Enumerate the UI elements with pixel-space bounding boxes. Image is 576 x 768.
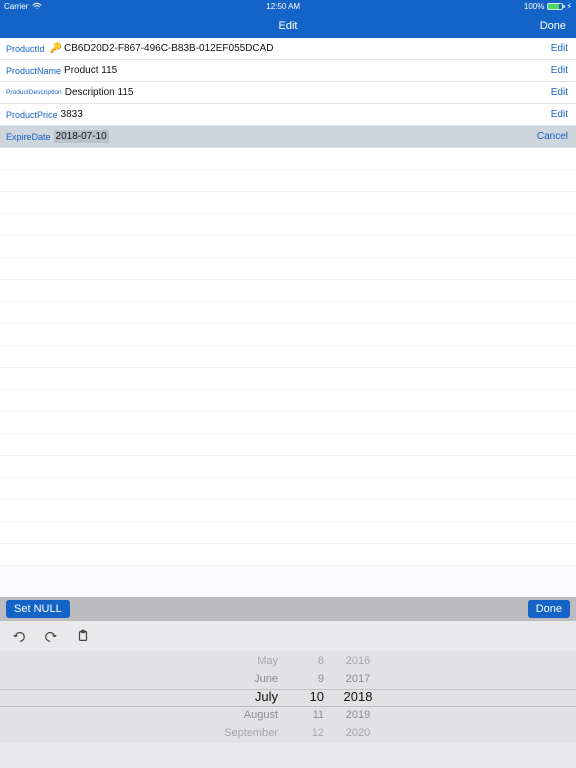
edit-button[interactable]: Edit bbox=[551, 109, 568, 120]
field-value: Product 115 bbox=[64, 65, 117, 76]
field-value: 3833 bbox=[61, 109, 83, 120]
status-bar: Carrier 12:50 AM 100% ⚡︎ bbox=[0, 0, 576, 13]
picker-year-selected: 2018 bbox=[328, 688, 388, 706]
row-expire-date[interactable]: ExpireDate 2018-07-10 Cancel bbox=[0, 126, 576, 148]
picker-year-column[interactable]: 2015 2016 2017 2018 2019 2020 2021 bbox=[328, 651, 388, 743]
carrier-label: Carrier bbox=[4, 2, 28, 11]
field-list: ProductId 🔑 CB6D20D2-F867-496C-B83B-012E… bbox=[0, 38, 576, 148]
set-null-button[interactable]: Set NULL bbox=[6, 600, 70, 618]
clipboard-icon[interactable] bbox=[76, 629, 90, 643]
picker-day-column[interactable]: 7 8 9 10 11 12 13 bbox=[298, 651, 328, 743]
page-title: Edit bbox=[279, 20, 298, 32]
picker-month-selected: July bbox=[188, 688, 278, 706]
cancel-button[interactable]: Cancel bbox=[537, 131, 568, 142]
edit-button[interactable]: Edit bbox=[551, 43, 568, 54]
row-product-id[interactable]: ProductId 🔑 CB6D20D2-F867-496C-B83B-012E… bbox=[0, 38, 576, 60]
undo-icon[interactable] bbox=[12, 629, 26, 643]
field-label: ExpireDate bbox=[6, 132, 51, 142]
picker-day-selected: 10 bbox=[298, 688, 324, 706]
filler bbox=[0, 566, 576, 597]
field-label: ProductName bbox=[6, 66, 61, 76]
charging-icon: ⚡︎ bbox=[566, 2, 572, 11]
field-label: ProductDescription bbox=[6, 89, 62, 96]
field-value[interactable]: 2018-07-10 bbox=[54, 130, 109, 143]
input-accessory-toolbar: Set NULL Done bbox=[0, 597, 576, 621]
date-picker[interactable]: April May June July August September Oct… bbox=[0, 651, 576, 743]
key-icon: 🔑 bbox=[50, 43, 62, 54]
field-value: Description 115 bbox=[65, 87, 134, 98]
battery-percent: 100% bbox=[524, 2, 544, 11]
row-product-name[interactable]: ProductName Product 115 Edit bbox=[0, 60, 576, 82]
field-label: ProductPrice bbox=[6, 110, 58, 120]
picker-month-column[interactable]: April May June July August September Oct… bbox=[188, 651, 298, 743]
edit-icon-bar bbox=[0, 621, 576, 651]
wifi-icon bbox=[32, 2, 42, 12]
edit-button[interactable]: Edit bbox=[551, 65, 568, 76]
done-button[interactable]: Done bbox=[540, 20, 566, 32]
toolbar-done-button[interactable]: Done bbox=[528, 600, 570, 618]
edit-button[interactable]: Edit bbox=[551, 87, 568, 98]
nav-bar: Edit Done bbox=[0, 13, 576, 38]
battery-icon bbox=[547, 3, 563, 10]
row-product-price[interactable]: ProductPrice 3833 Edit bbox=[0, 104, 576, 126]
field-label: ProductId bbox=[6, 44, 45, 54]
empty-rows bbox=[0, 148, 576, 566]
redo-icon[interactable] bbox=[44, 629, 58, 643]
row-product-description[interactable]: ProductDescription Description 115 Edit bbox=[0, 82, 576, 104]
field-value: CB6D20D2-F867-496C-B83B-012EF055DCAD bbox=[64, 43, 274, 54]
clock: 12:50 AM bbox=[42, 2, 523, 11]
